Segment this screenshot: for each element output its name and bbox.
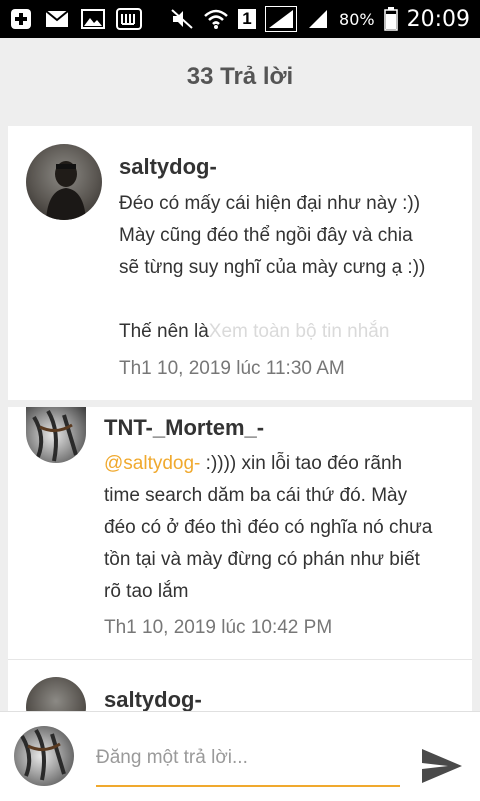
app-w-icon (116, 8, 142, 30)
comment-line: tồn tại và mày đừng có phán như biết (104, 549, 420, 570)
comment-card: saltydog- Đéo có mấy cái hiện đại như nà… (8, 126, 472, 400)
send-button[interactable] (420, 747, 464, 785)
battery-icon (383, 7, 399, 31)
comment-author[interactable]: TNT-_Mortem_- (104, 415, 264, 441)
replies-header: 33 Trả lời (0, 38, 480, 116)
comment-line: rõ tao lắm (104, 581, 189, 602)
clock: 20:09 (406, 6, 470, 32)
page-title: 33 Trả lời (186, 63, 294, 90)
avatar[interactable] (26, 144, 102, 220)
comment-author[interactable]: saltydog- (104, 687, 202, 711)
status-bar: 1 80% 20:09 (0, 0, 480, 38)
status-bar-system: 1 80% 20:09 (169, 6, 480, 32)
send-icon (422, 749, 462, 783)
comment-truncated-text: Thế nên là (119, 321, 209, 342)
avatar-image (20, 728, 66, 781)
comment-body: @saltydog- :)))) xin lỗi tao đéo rãnh ti… (104, 448, 464, 608)
avatar-image (46, 161, 86, 220)
battery-percent: 80% (339, 9, 375, 29)
mention-link[interactable]: @saltydog- (104, 453, 200, 474)
view-full-message-link[interactable]: Xem toàn bộ tin nhắn (209, 321, 390, 342)
comment-body: Đéo có mấy cái hiện đại như này :)) Mày … (119, 188, 459, 348)
current-user-avatar (14, 726, 74, 786)
signal-secondary-icon (305, 8, 331, 30)
comment-line-blank (119, 284, 459, 316)
mute-icon (169, 8, 195, 30)
comment-line: Mày cũng đéo thể ngồi đây và chia (119, 225, 413, 246)
comment-line: sẽ từng suy nghĩ của mày cưng ạ :)) (119, 257, 426, 278)
avatar-image (32, 409, 78, 462)
wifi-icon (203, 8, 229, 30)
comment-card: TNT-_Mortem_- @saltydog- :)))) xin lỗi t… (8, 407, 472, 659)
avatar[interactable] (26, 407, 86, 463)
comment-timestamp: Th1 10, 2019 lúc 11:30 AM (119, 358, 345, 379)
reply-composer (0, 711, 480, 801)
sim-icon: 1 (237, 8, 257, 30)
reply-input-underline (96, 785, 400, 787)
mail-icon (44, 8, 70, 30)
comment-line: @saltydog- :)))) xin lỗi tao đéo rãnh (104, 448, 464, 480)
comment-line: Thế nên làXem toàn bộ tin nhắn (119, 316, 459, 348)
notification-add-icon (8, 8, 34, 30)
comment-card: saltydog- (8, 659, 472, 711)
signal-icon (265, 6, 298, 32)
comment-line: Đéo có mấy cái hiện đại như này :)) (119, 193, 421, 214)
comment-line: đéo có ở đéo thì đéo có nghĩa nó chưa (104, 517, 433, 538)
comment-timestamp: Th1 10, 2019 lúc 10:42 PM (104, 617, 333, 638)
sim-label: 1 (238, 9, 257, 29)
comment-text: :)))) xin lỗi tao đéo rãnh (200, 453, 403, 474)
comment-author[interactable]: saltydog- (119, 154, 217, 180)
divider (8, 659, 472, 660)
status-bar-notifications (0, 8, 142, 30)
avatar[interactable] (26, 677, 86, 711)
reply-input[interactable] (96, 742, 400, 774)
image-icon (80, 8, 106, 30)
comment-line: time search dăm ba cái thứ đó. Mày (104, 485, 408, 506)
